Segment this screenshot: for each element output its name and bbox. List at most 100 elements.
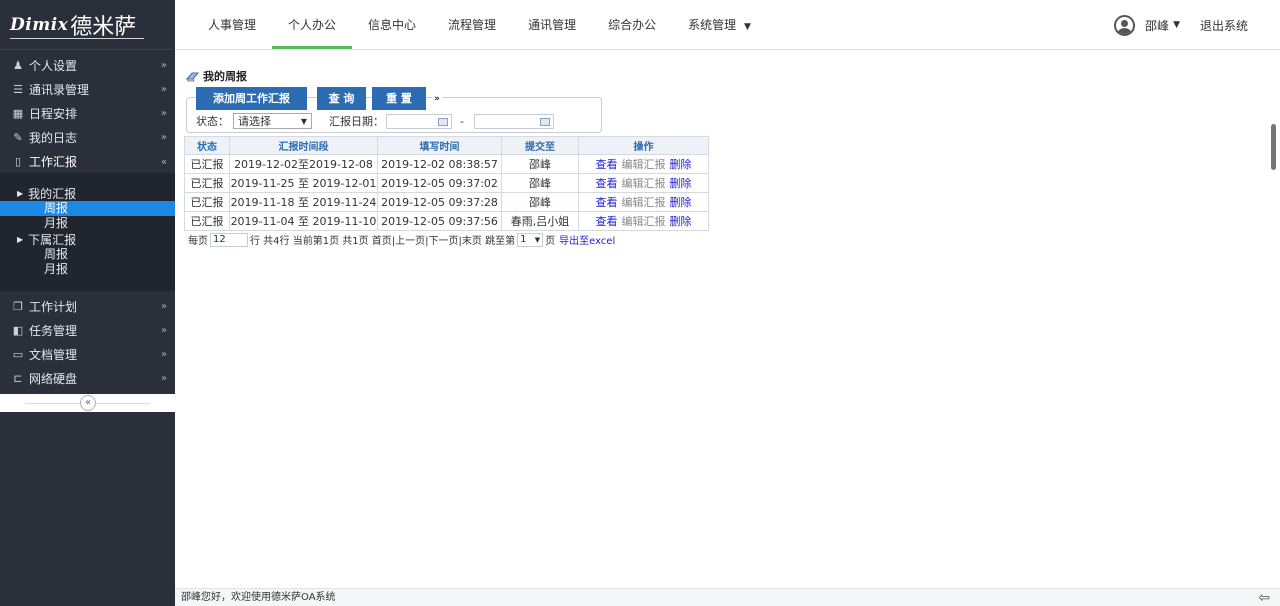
- submenu-item-my-monthly[interactable]: 月报: [0, 216, 175, 231]
- column-header[interactable]: 填写时间: [377, 136, 502, 155]
- footer: 邵峰您好，欢迎使用德米萨OA系统 ⇦: [175, 588, 1280, 606]
- tab-system-management[interactable]: 系统管理 ▼: [672, 0, 767, 50]
- submit-to-cell: 邵峰: [501, 154, 579, 174]
- weekly-report-table: 状态 汇报时间段 填写时间 提交至 操作 已汇报 2019-12-02至2019…: [184, 136, 709, 231]
- period-cell: 2019-11-25 至 2019-12-01: [229, 173, 378, 193]
- scrollbar-thumb[interactable]: [1271, 124, 1276, 170]
- sidebar-item-contacts[interactable]: ☰ 通讯录管理 »: [0, 77, 175, 101]
- chevron-down-icon: »: [160, 348, 167, 360]
- calendar-icon[interactable]: [438, 117, 448, 126]
- edit-report-link[interactable]: 编辑汇报: [622, 196, 666, 209]
- submit-to-cell: 邵峰: [501, 192, 579, 212]
- view-link[interactable]: 查看: [596, 158, 618, 171]
- tab-info-center[interactable]: 信息中心: [352, 0, 432, 50]
- submenu-item-my-weekly[interactable]: 周报: [0, 201, 175, 216]
- export-excel-link[interactable]: 导出至excel: [559, 232, 615, 247]
- end-date-input[interactable]: [473, 113, 554, 129]
- caret-right-icon: ▶: [17, 188, 24, 198]
- status-cell: 已汇报: [184, 211, 230, 231]
- sidebar-item-personal-settings[interactable]: ♟ 个人设置 »: [0, 53, 175, 77]
- view-link[interactable]: 查看: [596, 196, 618, 209]
- view-link[interactable]: 查看: [596, 215, 618, 228]
- filled-time-cell: 2019-12-02 08:38:57: [377, 154, 502, 174]
- query-button[interactable]: 查 询: [317, 87, 366, 110]
- submenu-group-my-report[interactable]: ▶ 我的汇报: [0, 185, 175, 201]
- page-jump-value: 1: [520, 234, 527, 245]
- page-title: 我的周报: [186, 68, 247, 84]
- reset-button[interactable]: 重 置: [372, 87, 426, 110]
- user-area: 邵峰 ▼ 退出系统: [1114, 0, 1248, 50]
- sidebar-item-label: 文档管理: [29, 347, 78, 362]
- submenu-item-sub-monthly[interactable]: 月报: [0, 262, 175, 277]
- per-page-input[interactable]: 12: [210, 232, 248, 247]
- sidebar-item-my-log[interactable]: ✎ 我的日志 »: [0, 125, 175, 149]
- edit-report-link[interactable]: 编辑汇报: [622, 177, 666, 190]
- list-icon: ☰: [13, 82, 23, 96]
- sidebar-item-network-disk[interactable]: ⊏ 网络硬盘 »: [0, 366, 175, 390]
- chevron-down-icon: »: [160, 324, 167, 336]
- tab-communication[interactable]: 通讯管理: [512, 0, 592, 50]
- column-header[interactable]: 汇报时间段: [229, 136, 378, 155]
- submenu-item-sub-weekly[interactable]: 周报: [0, 247, 175, 262]
- back-arrow-icon[interactable]: ⇦: [1258, 589, 1270, 606]
- delete-link[interactable]: 删除: [670, 158, 692, 171]
- edit-report-link[interactable]: 编辑汇报: [622, 215, 666, 228]
- submenu-group-sub-report[interactable]: ▶ 下属汇报: [0, 231, 175, 247]
- page-suffix: 页: [545, 236, 556, 247]
- calendar-icon[interactable]: [539, 117, 550, 126]
- tab-hr[interactable]: 人事管理: [192, 0, 272, 50]
- status-cell: 已汇报: [184, 192, 230, 212]
- operations-cell: 查看 编辑汇报 删除: [578, 154, 709, 174]
- status-cell: 已汇报: [184, 154, 230, 174]
- chevron-down-icon: »: [160, 131, 167, 143]
- pagination-summary[interactable]: 行 共4行 当前第1页 共1页 首页|上一页|下一页|末页 跳至第: [250, 232, 515, 247]
- calendar-icon: ▦: [12, 106, 24, 120]
- delete-link[interactable]: 删除: [670, 215, 692, 228]
- status-label: 状态：: [196, 115, 229, 128]
- logo-mark: Dimix: [10, 14, 69, 35]
- column-header[interactable]: 提交至: [501, 136, 579, 155]
- page-jump-select[interactable]: 1 ▼: [517, 232, 544, 247]
- collapse-sidebar-button[interactable]: «: [80, 395, 96, 411]
- operations-cell: 查看 编辑汇报 删除: [578, 211, 709, 231]
- sidebar-item-tasks[interactable]: ◧ 任务管理 »: [0, 318, 175, 342]
- delete-link[interactable]: 删除: [670, 177, 692, 190]
- pagination: 每页 12 行 共4行 当前第1页 共1页 首页|上一页|下一页|末页 跳至第 …: [188, 232, 615, 247]
- operations-cell: 查看 编辑汇报 删除: [578, 173, 709, 193]
- submenu-group-label: 我的汇报: [28, 186, 77, 201]
- caret-right-icon: ▶: [17, 234, 24, 244]
- sidebar-item-work-plan[interactable]: ❐ 工作计划 »: [0, 294, 175, 318]
- copy-icon: ❐: [13, 299, 23, 313]
- avatar[interactable]: [1114, 14, 1136, 36]
- start-date-input[interactable]: [386, 113, 452, 129]
- page-title-text: 我的周报: [203, 70, 247, 83]
- caret-down-icon[interactable]: ▼: [1173, 20, 1180, 30]
- tab-general-office[interactable]: 综合办公: [592, 0, 672, 50]
- add-weekly-report-button[interactable]: 添加周工作汇报: [196, 87, 307, 110]
- tab-workflow[interactable]: 流程管理: [432, 0, 512, 50]
- table-row: 已汇报 2019-12-02至2019-12-08 2019-12-02 08:…: [184, 154, 709, 174]
- logout-link[interactable]: 退出系统: [1200, 17, 1248, 34]
- caret-down-icon: ▼: [534, 235, 541, 244]
- folder-open-icon: ⊏: [13, 371, 23, 385]
- expand-search-icon[interactable]: »: [432, 93, 442, 104]
- delete-link[interactable]: 删除: [670, 196, 692, 209]
- sidebar-item-work-report[interactable]: ▯ 工作汇报 »: [0, 149, 175, 173]
- status-select[interactable]: 请选择 ▼: [233, 113, 312, 129]
- sidebar-item-documents[interactable]: ▭ 文档管理 »: [0, 342, 175, 366]
- period-cell: 2019-11-04 至 2019-11-10: [229, 211, 378, 231]
- table-row: 已汇报 2019-11-18 至 2019-11-24 2019-12-05 0…: [184, 192, 709, 212]
- user-name[interactable]: 邵峰: [1145, 17, 1169, 34]
- sidebar-item-schedule[interactable]: ▦ 日程安排 »: [0, 101, 175, 125]
- main-content: 我的周报 添加周工作汇报 查 询 重 置 » 状态： 请选择 ▼ 汇报日期： -…: [175, 50, 1270, 588]
- tab-personal-office[interactable]: 个人办公: [272, 0, 353, 50]
- filled-time-cell: 2019-12-05 09:37:02: [377, 173, 502, 193]
- logo: Dimix 德米萨: [0, 0, 175, 50]
- edit-report-link[interactable]: 编辑汇报: [622, 158, 666, 171]
- status-select-value: 请选择: [238, 115, 271, 128]
- view-link[interactable]: 查看: [596, 177, 618, 190]
- sidebar-item-label: 通讯录管理: [29, 82, 90, 97]
- column-header[interactable]: 状态: [184, 136, 230, 155]
- caret-down-icon: ▼: [743, 22, 751, 32]
- submenu-group-label: 下属汇报: [28, 232, 77, 247]
